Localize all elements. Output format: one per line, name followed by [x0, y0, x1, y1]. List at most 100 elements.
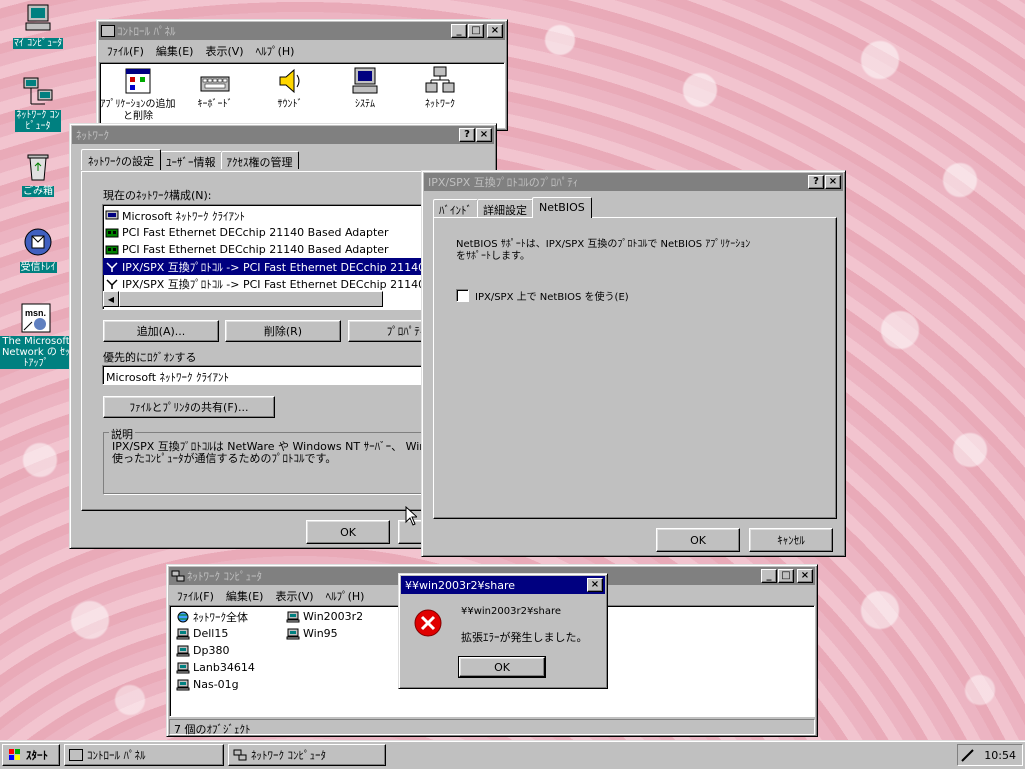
menu-edit[interactable]: 編集(E) [220, 588, 270, 604]
start-label: ｽﾀｰﾄ [26, 749, 48, 762]
menu-help[interactable]: ﾍﾙﾌﾟ(H) [250, 43, 301, 59]
error-dialog[interactable]: ¥¥win2003r2¥share × ¥¥win2003r2¥share 拡張… [398, 573, 608, 689]
add-remove-programs-icon [122, 65, 154, 97]
menu-view[interactable]: 表示(V) [199, 43, 249, 59]
tab-netbios[interactable]: NetBIOS [532, 197, 592, 218]
recycle-bin-icon [22, 150, 54, 182]
tab-bindings[interactable]: ﾊﾞｲﾝﾄﾞ [433, 199, 478, 217]
desktop-icon-recycle-bin[interactable]: ごみ箱 [2, 150, 74, 197]
ipx-properties-dialog[interactable]: IPX/SPX 互換ﾌﾟﾛﾄｺﾙのﾌﾟﾛﾊﾟﾃｨ ? × ﾊﾞｲﾝﾄﾞ 詳細設定… [421, 170, 846, 557]
taskbar-button-network-computer[interactable]: ﾈｯﾄﾜｰｸ ｺﾝﾋﾟｭｰﾀ [228, 744, 386, 766]
msn-icon: msn. [20, 302, 52, 334]
status-text: 7 個のｵﾌﾞｼﾞｪｸﾄ [174, 723, 251, 736]
desktop-icon-my-computer[interactable]: ﾏｲ ｺﾝﾋﾟｭｰﾀ [2, 2, 74, 49]
protocol-icon [105, 261, 119, 273]
config-label: 現在のﾈｯﾄﾜｰｸ構成(N): [103, 189, 212, 202]
desktop-icon-inbox[interactable]: 受信ﾄﾚｲ [2, 226, 74, 273]
network-dialog-titlebar[interactable]: ﾈｯﾄﾜｰｸ ? × [72, 126, 494, 144]
netbios-description: NetBIOS ｻﾎﾟｰﾄは、IPX/SPX 互換のﾌﾟﾛﾄｺﾙで NetBIO… [456, 239, 751, 262]
adapter-icon [105, 227, 119, 239]
ipx-tabs: ﾊﾞｲﾝﾄﾞ 詳細設定 NetBIOS [433, 197, 592, 218]
ipx-properties-titlebar[interactable]: IPX/SPX 互換ﾌﾟﾛﾄｺﾙのﾌﾟﾛﾊﾟﾃｨ ? × [424, 173, 843, 191]
horizontal-scrollbar[interactable]: ◀ [103, 291, 383, 307]
list-item[interactable]: Dp380 [174, 642, 255, 659]
control-panel-content: ｱﾌﾟﾘｹｰｼｮﾝの追加と削除 ｷｰﾎﾞｰﾄﾞ ｻｳﾝﾄﾞ ｼｽﾃﾑ ﾈｯﾄﾜｰ… [99, 62, 505, 128]
error-icon [413, 608, 443, 638]
cp-item-add-remove-programs[interactable]: ｱﾌﾟﾘｹｰｼｮﾝの追加と削除 [100, 65, 178, 123]
computer-list-col2: Win2003r2 Win95 [284, 608, 363, 642]
ok-button[interactable]: OK [306, 520, 390, 544]
close-button[interactable]: × [825, 175, 841, 189]
menu-edit[interactable]: 編集(E) [150, 43, 200, 59]
network-computer-small-icon [233, 749, 247, 761]
cp-item-label: ｼｽﾃﾑ [355, 99, 375, 110]
cp-item-system[interactable]: ｼｽﾃﾑ [325, 65, 405, 111]
netbios-checkbox-label: IPX/SPX 上で NetBIOS を使う(E) [475, 292, 629, 303]
cp-item-label: ｱﾌﾟﾘｹｰｼｮﾝの追加と削除 [100, 99, 176, 122]
inbox-icon [22, 226, 54, 258]
cp-item-keyboard[interactable]: ｷｰﾎﾞｰﾄﾞ [175, 65, 255, 111]
error-dialog-titlebar[interactable]: ¥¥win2003r2¥share × [401, 576, 605, 594]
start-button[interactable]: ｽﾀｰﾄ [2, 744, 60, 766]
close-button[interactable]: × [587, 578, 603, 592]
help-button[interactable]: ? [459, 128, 475, 142]
error-message: 拡張ｴﾗｰが発生しました。 [461, 631, 588, 644]
list-item[interactable]: Win95 [284, 625, 363, 642]
desktop-icon-msn-setup[interactable]: msn. The Microsoft Network の ｾｯﾄｱｯﾌﾟ [0, 302, 72, 369]
netbios-checkbox[interactable] [456, 289, 469, 302]
remove-button[interactable]: 削除(R) [225, 320, 341, 342]
ok-button[interactable]: OK [458, 656, 546, 678]
close-button[interactable]: × [797, 569, 813, 583]
menu-file[interactable]: ﾌｧｲﾙ(F) [171, 588, 220, 604]
window-title: ｺﾝﾄﾛｰﾙ ﾊﾟﾈﾙ [117, 25, 176, 38]
mouse-cursor-icon [405, 505, 419, 529]
file-print-sharing-button[interactable]: ﾌｧｲﾙとﾌﾟﾘﾝﾀの共有(F)... [103, 396, 275, 418]
desktop-icon-network-computer[interactable]: ﾈｯﾄﾜｰｸ ｺﾝﾋﾟｭｰﾀ [2, 76, 74, 132]
list-item[interactable]: Nas-01g [174, 676, 255, 693]
desktop-icon-label: The Microsoft Network の ｾｯﾄｱｯﾌﾟ [0, 336, 72, 369]
menu-view[interactable]: 表示(V) [269, 588, 319, 604]
minimize-button[interactable]: _ [761, 569, 777, 583]
speaker-icon [274, 65, 306, 97]
computer-list-col1: ﾈｯﾄﾜｰｸ全体 Dell15 Dp380 Lanb34614 Nas-01g [174, 608, 255, 693]
keyboard-icon [199, 65, 231, 97]
list-item[interactable]: ﾈｯﾄﾜｰｸ全体 [174, 608, 255, 625]
control-panel-small-icon [69, 749, 83, 761]
system-icon [349, 65, 381, 97]
cp-item-sound[interactable]: ｻｳﾝﾄﾞ [250, 65, 330, 111]
scroll-thumb[interactable] [119, 291, 383, 307]
add-button[interactable]: 追加(A)... [103, 320, 219, 342]
tab-user-info[interactable]: ﾕｰｻﾞｰ情報 [160, 151, 222, 169]
desktop-icon-label: ﾏｲ ｺﾝﾋﾟｭｰﾀ [12, 38, 64, 49]
list-item[interactable]: Lanb34614 [174, 659, 255, 676]
menu-help[interactable]: ﾍﾙﾌﾟ(H) [320, 588, 371, 604]
computer-icon [176, 662, 190, 674]
desktop-icon-label: 受信ﾄﾚｲ [19, 262, 57, 273]
taskbar-button-control-panel[interactable]: ｺﾝﾄﾛｰﾙ ﾊﾟﾈﾙ [64, 744, 224, 766]
maximize-button[interactable]: □ [468, 24, 484, 38]
tab-advanced[interactable]: 詳細設定 [477, 199, 533, 217]
minimize-button[interactable]: _ [451, 24, 467, 38]
close-button[interactable]: × [476, 128, 492, 142]
tab-network-settings[interactable]: ﾈｯﾄﾜｰｸの設定 [81, 149, 161, 170]
tab-access-control[interactable]: ｱｸｾｽ権の管理 [220, 151, 299, 169]
close-button[interactable]: × [487, 24, 503, 38]
list-item[interactable]: Win2003r2 [284, 608, 363, 625]
control-panel-menubar: ﾌｧｲﾙ(F) 編集(E) 表示(V) ﾍﾙﾌﾟ(H) [97, 42, 507, 60]
clock[interactable]: 10:54 [984, 749, 1016, 762]
desktop-icon-label: ごみ箱 [22, 186, 54, 197]
help-button[interactable]: ? [808, 175, 824, 189]
pen-icon[interactable] [960, 748, 976, 762]
netbios-checkbox-row[interactable]: IPX/SPX 上で NetBIOS を使う(E) [456, 288, 629, 303]
adapter-icon [105, 244, 119, 256]
menu-file[interactable]: ﾌｧｲﾙ(F) [101, 43, 150, 59]
ok-button[interactable]: OK [656, 528, 740, 552]
computer-icon [176, 628, 190, 640]
cp-item-network[interactable]: ﾈｯﾄﾜｰｸ [400, 65, 480, 111]
control-panel-window[interactable]: ｺﾝﾄﾛｰﾙ ﾊﾟﾈﾙ _ □ × ﾌｧｲﾙ(F) 編集(E) 表示(V) ﾍﾙ… [96, 19, 508, 131]
control-panel-titlebar[interactable]: ｺﾝﾄﾛｰﾙ ﾊﾟﾈﾙ _ □ × [99, 22, 505, 40]
maximize-button[interactable]: □ [778, 569, 794, 583]
cancel-button[interactable]: ｷｬﾝｾﾙ [749, 528, 833, 552]
scroll-left-icon[interactable]: ◀ [103, 291, 119, 307]
list-item[interactable]: Dell15 [174, 625, 255, 642]
